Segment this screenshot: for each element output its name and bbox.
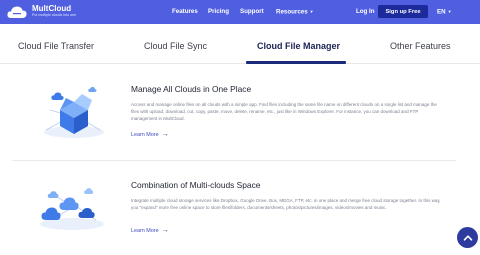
chevron-down-icon: ▼	[309, 9, 314, 14]
section-title-manage: Manage All Clouds in One Place	[131, 84, 252, 94]
multi-cloud-illustration-icon	[40, 188, 104, 230]
learn-more-label: Learn More	[131, 228, 159, 234]
feature-tabs: Cloud File Transfer Cloud File Sync Clou…	[0, 24, 480, 64]
cloud-box-illustration-icon	[44, 86, 104, 138]
tab-other-features[interactable]: Other Features	[390, 41, 451, 51]
tab-cloud-file-sync[interactable]: Cloud File Sync	[144, 41, 207, 51]
section-divider	[12, 160, 456, 161]
language-label: EN	[437, 8, 446, 16]
top-navigation-bar: MultCloud Put multiple clouds into one F…	[0, 0, 480, 24]
login-link[interactable]: Log In	[356, 7, 375, 17]
tab-cloud-file-manager[interactable]: Cloud File Manager	[257, 41, 340, 51]
nav-resources-label: Resources	[276, 8, 308, 16]
arrow-right-icon: →	[161, 227, 169, 234]
section-desc-manage: Access and manage online files on all cl…	[131, 102, 437, 122]
multcloud-logo-icon[interactable]	[6, 3, 28, 21]
nav-pricing[interactable]: Pricing	[208, 7, 229, 17]
nav-support[interactable]: Support	[240, 7, 264, 17]
learn-more-label: Learn More	[131, 132, 159, 138]
chevron-up-icon	[463, 234, 472, 241]
brand-name[interactable]: MultCloud	[32, 4, 71, 13]
chevron-down-icon: ▼	[447, 9, 452, 14]
nav-features[interactable]: Features	[172, 7, 198, 17]
signup-button[interactable]: Sign up Free	[378, 5, 428, 18]
learn-more-link-manage[interactable]: Learn More →	[131, 131, 169, 138]
language-selector[interactable]: EN ▼	[437, 7, 452, 18]
scroll-to-top-button[interactable]	[457, 227, 478, 248]
active-tab-indicator	[246, 61, 346, 64]
section-desc-combination: Integrate multiple cloud storage service…	[131, 198, 441, 211]
nav-resources[interactable]: Resources ▼	[276, 7, 314, 18]
arrow-right-icon: →	[161, 131, 169, 138]
brand-tagline: Put multiple clouds into one	[32, 13, 76, 17]
learn-more-link-combination[interactable]: Learn More →	[131, 227, 169, 234]
tab-cloud-file-transfer[interactable]: Cloud File Transfer	[18, 41, 94, 51]
section-title-combination: Combination of Multi-clouds Space	[131, 180, 261, 190]
